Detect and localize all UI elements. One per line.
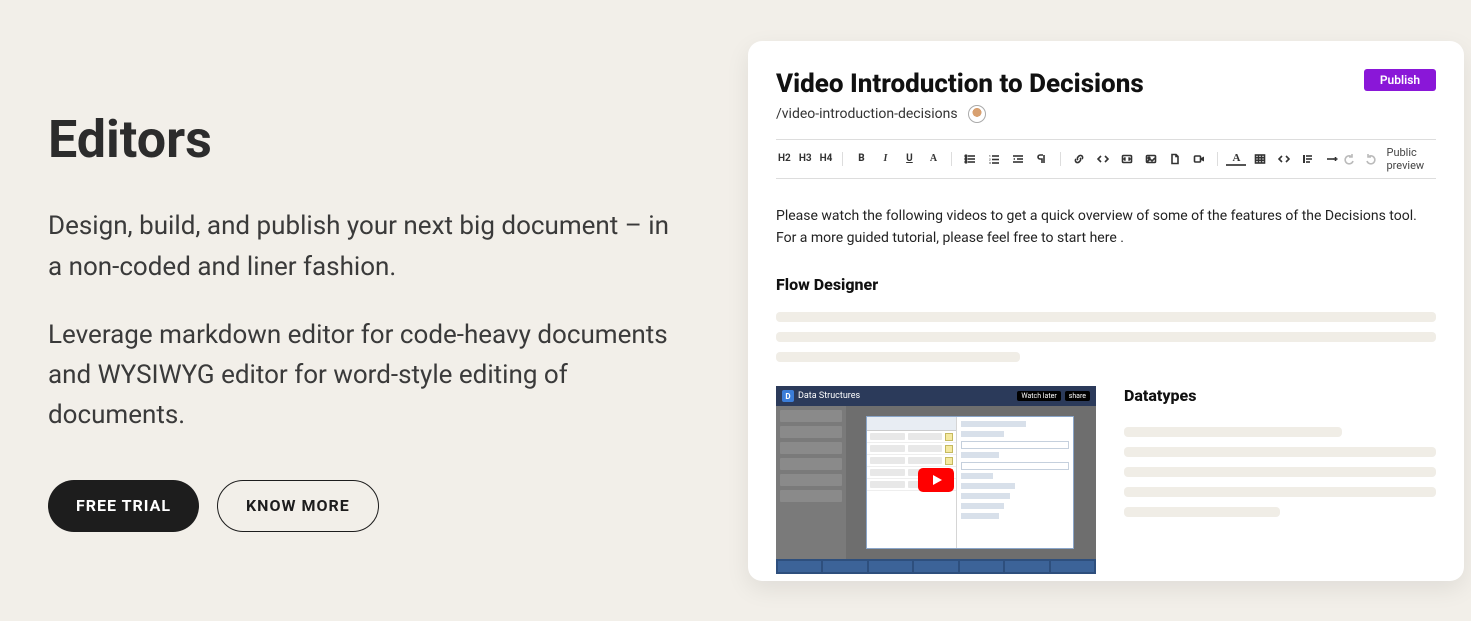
placeholder-content <box>776 312 1436 362</box>
quote-icon[interactable] <box>1298 150 1318 168</box>
table-icon[interactable] <box>1250 150 1270 168</box>
video-thumbnail[interactable]: D Data Structures Watch later share <box>776 386 1096 574</box>
video-icon[interactable] <box>1189 150 1209 168</box>
document-body-text[interactable]: Please watch the following videos to get… <box>776 205 1436 250</box>
author-avatar[interactable] <box>968 105 986 123</box>
share-badge: share <box>1065 391 1090 401</box>
video-top-bar: D Data Structures Watch later share <box>776 386 1096 406</box>
video-app-window <box>866 416 1074 549</box>
font-style-button[interactable]: A <box>923 150 943 168</box>
know-more-button[interactable]: KNOW MORE <box>217 480 379 532</box>
video-ui-sidebar <box>776 406 846 559</box>
undo-icon[interactable] <box>1342 150 1356 168</box>
hero-paragraph-1: Design, build, and publish your next big… <box>48 206 688 287</box>
code-icon[interactable] <box>1093 150 1113 168</box>
paragraph-icon[interactable] <box>1032 150 1052 168</box>
video-provider-badge: D <box>782 390 794 402</box>
file-icon[interactable] <box>1165 150 1185 168</box>
heading-h4-button[interactable]: H4 <box>818 150 835 168</box>
toolbar-separator <box>1060 152 1061 166</box>
unordered-list-icon[interactable] <box>960 150 980 168</box>
heading-h3-button[interactable]: H3 <box>797 150 814 168</box>
video-title: Data Structures <box>798 391 860 401</box>
public-preview-link[interactable]: Public preview <box>1387 146 1437 172</box>
play-icon[interactable] <box>918 468 954 492</box>
hero-cta-group: FREE TRIAL KNOW MORE <box>48 480 688 532</box>
hero-copy: Editors Design, build, and publish your … <box>48 89 688 531</box>
hero-paragraph-2: Leverage markdown editor for code-heavy … <box>48 315 688 436</box>
editor-toolbar: H2 H3 H4 B I U A 123 <box>776 139 1436 179</box>
section-heading-datatypes: Datatypes <box>1124 386 1436 405</box>
divider-icon[interactable] <box>1322 150 1342 168</box>
text-color-button[interactable]: A <box>1226 152 1246 166</box>
editor-card: Video Introduction to Decisions Publish … <box>748 41 1464 581</box>
hero-title: Editors <box>48 109 688 170</box>
svg-text:3: 3 <box>989 161 991 165</box>
toolbar-separator <box>842 152 843 166</box>
heading-h2-button[interactable]: H2 <box>776 150 793 168</box>
document-slug: /video-introduction-decisions <box>776 106 958 122</box>
video-bottom-tabs <box>776 559 1096 574</box>
document-title: Video Introduction to Decisions <box>776 69 1144 99</box>
italic-button[interactable]: I <box>875 150 895 168</box>
watch-later-badge: Watch later <box>1017 391 1060 401</box>
image-icon[interactable] <box>1141 150 1161 168</box>
link-icon[interactable] <box>1069 150 1089 168</box>
free-trial-button[interactable]: FREE TRIAL <box>48 480 199 532</box>
embed-icon[interactable] <box>1117 150 1137 168</box>
section-heading-flow-designer: Flow Designer <box>776 275 1436 294</box>
editor-preview-card-container: Video Introduction to Decisions Publish … <box>748 41 1464 581</box>
publish-button[interactable]: Publish <box>1364 69 1436 91</box>
toolbar-separator <box>1217 152 1218 166</box>
outdent-icon[interactable] <box>1008 150 1028 168</box>
bold-button[interactable]: B <box>851 150 871 168</box>
ordered-list-icon[interactable]: 123 <box>984 150 1004 168</box>
code-block-icon[interactable] <box>1274 150 1294 168</box>
toolbar-separator <box>951 152 952 166</box>
underline-button[interactable]: U <box>899 150 919 168</box>
redo-icon[interactable] <box>1364 150 1378 168</box>
placeholder-content <box>1124 427 1436 517</box>
